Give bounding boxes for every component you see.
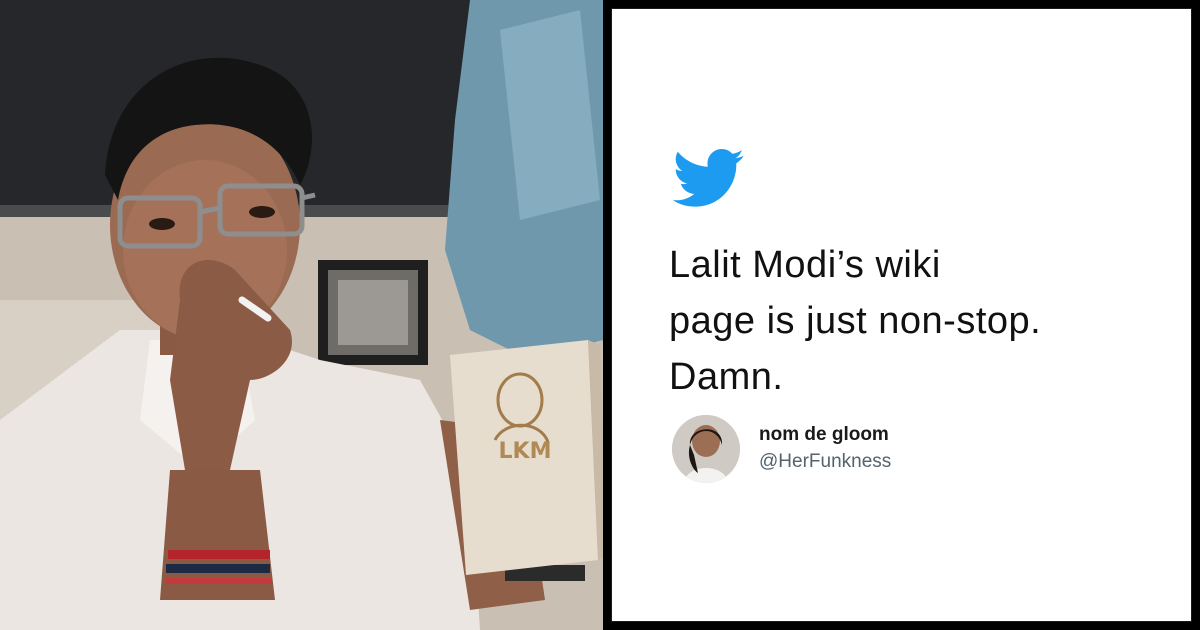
photo-panel: LKM <box>0 0 603 630</box>
tweet-text: Lalit Modi’s wiki page is just non-stop.… <box>669 244 1042 398</box>
tweet-card: Lalit Modi’s wiki page is just non-stop.… <box>611 8 1192 622</box>
man-holding-box-photo: LKM <box>0 0 603 630</box>
avatar[interactable] <box>672 415 740 483</box>
twitter-bird-icon <box>672 149 745 209</box>
author-name[interactable]: nom de gloom <box>759 424 889 446</box>
tweet-author[interactable]: nom de gloom @HerFunkness <box>672 415 1132 485</box>
author-handle[interactable]: @HerFunkness <box>759 451 891 473</box>
box-logo-text: LKM <box>499 439 552 464</box>
